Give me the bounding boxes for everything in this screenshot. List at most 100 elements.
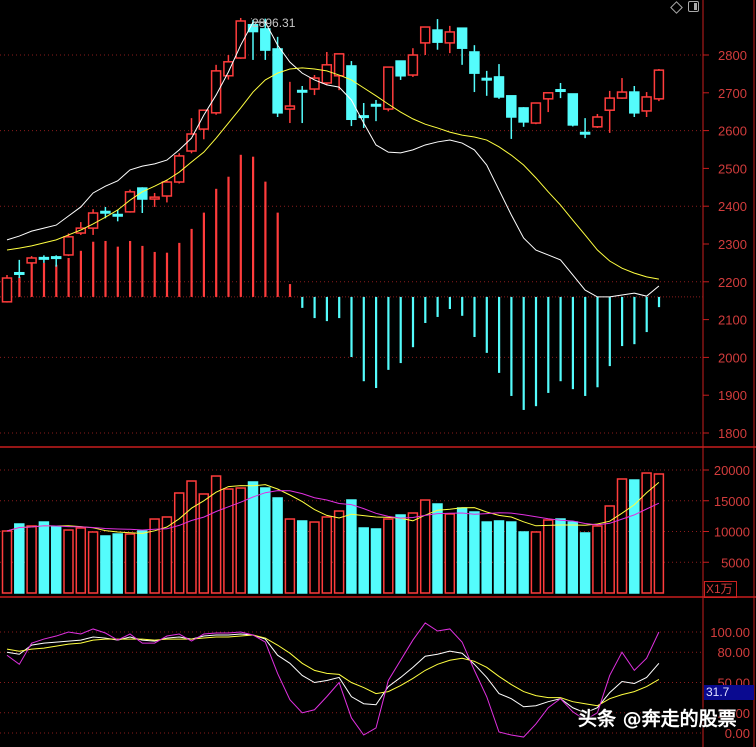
candle-up — [223, 61, 234, 77]
candle-down — [432, 29, 443, 43]
volume-bar — [26, 525, 37, 594]
volume-bar — [100, 535, 111, 594]
price-tick-label: 1800 — [718, 426, 747, 441]
macd-bar — [338, 296, 341, 319]
volume-bar — [333, 510, 345, 594]
macd-bar — [424, 296, 427, 324]
candle-up — [210, 70, 222, 114]
macd-bar — [129, 240, 132, 297]
candle-up — [616, 91, 628, 99]
candle-down — [112, 213, 123, 217]
volume-bar — [506, 521, 517, 594]
kdj-lines — [6, 622, 660, 738]
price-tick-label: 2000 — [718, 350, 747, 365]
candle-up — [407, 54, 419, 76]
macd-bar — [55, 264, 58, 297]
candle-up — [444, 31, 456, 44]
macd-bar — [313, 296, 316, 319]
volume-bar — [653, 473, 665, 594]
volume-bars — [1, 472, 665, 594]
macd-bar — [571, 296, 574, 390]
volume-bar — [555, 518, 566, 594]
macd-bar — [608, 296, 611, 367]
candle-down — [493, 76, 505, 98]
volume-bar — [309, 521, 320, 594]
volume-bar — [186, 480, 197, 594]
volume-unit-label: X1万 — [704, 581, 737, 598]
candle-up — [604, 97, 615, 111]
candle-up — [419, 26, 431, 44]
kdj-current-value: 31.7 — [704, 685, 754, 700]
macd-bar — [264, 181, 267, 297]
price-tick-label: 2400 — [718, 199, 747, 214]
candle-down — [395, 60, 406, 77]
volume-bar — [456, 507, 468, 594]
volume-bar — [272, 497, 283, 594]
volume-bar — [124, 533, 136, 594]
volume-bar — [87, 531, 99, 594]
macd-bar — [215, 188, 218, 297]
volume-bar — [616, 478, 628, 594]
macd-bar — [165, 252, 169, 297]
volume-bar — [50, 526, 62, 594]
panel-toggle-icon[interactable] — [688, 1, 699, 12]
candle-up — [641, 96, 652, 112]
macd-bar — [645, 296, 648, 333]
candle-down — [579, 131, 591, 135]
candle-down — [469, 51, 480, 74]
macd-bar — [30, 259, 33, 297]
stock-chart[interactable]: 2800 2700 2600 2500 2400 2300 2200 2100 2000 1900… — [0, 0, 756, 747]
volume-bar — [542, 519, 554, 594]
candle-up — [284, 105, 296, 110]
volume-bar — [210, 475, 222, 594]
macd-bar — [239, 154, 242, 297]
macd-bar — [67, 257, 70, 297]
macd-bar — [485, 296, 488, 353]
macd-bar — [153, 251, 156, 297]
volume-bar — [530, 531, 542, 594]
macd-histogram — [18, 154, 661, 410]
macd-bar — [547, 296, 550, 393]
kdj-tick-label: 80.00 — [717, 645, 750, 660]
macd-bar — [92, 241, 95, 297]
candle-up — [383, 66, 394, 110]
volume-bar — [395, 514, 406, 594]
macd-bar — [633, 296, 636, 345]
kdj-line-yellow — [6, 634, 660, 707]
volume-bar — [63, 529, 74, 594]
high-price-annotation: 2896.31 — [252, 16, 296, 30]
candle-up — [161, 181, 173, 197]
macd-bar — [18, 276, 21, 297]
volume-bar — [321, 516, 333, 594]
volume-bar — [14, 523, 25, 594]
macd-bar — [387, 296, 390, 370]
candle-up — [530, 102, 542, 124]
macd-bar — [141, 245, 144, 297]
macd-bar — [522, 296, 525, 410]
macd-bar — [178, 242, 181, 297]
volume-bar — [223, 488, 234, 594]
volume-tick-label: 15000 — [714, 494, 750, 509]
volume-bar — [284, 518, 296, 594]
price-tick-label: 2100 — [718, 313, 747, 328]
volume-tick-label: 10000 — [714, 525, 750, 540]
macd-bar — [190, 228, 193, 297]
watermark: 头条 @奔走的股票 — [578, 708, 737, 730]
grid-layer — [0, 0, 756, 747]
volume-bar — [137, 530, 148, 594]
macd-bar — [325, 296, 328, 322]
candle-down — [506, 95, 517, 118]
macd-bar — [473, 296, 476, 337]
candle-up — [592, 116, 603, 128]
candle-up — [26, 257, 37, 264]
volume-bar — [370, 528, 382, 594]
volume-bar — [592, 525, 603, 594]
macd-bar — [448, 296, 451, 310]
price-tick-label: 2200 — [718, 275, 747, 290]
candle-down — [555, 89, 566, 93]
macd-bar — [399, 296, 402, 364]
kdj-line-magenta — [6, 622, 660, 738]
candle-up — [1, 277, 13, 303]
macd-bar — [202, 212, 205, 297]
candle-up — [198, 109, 210, 130]
